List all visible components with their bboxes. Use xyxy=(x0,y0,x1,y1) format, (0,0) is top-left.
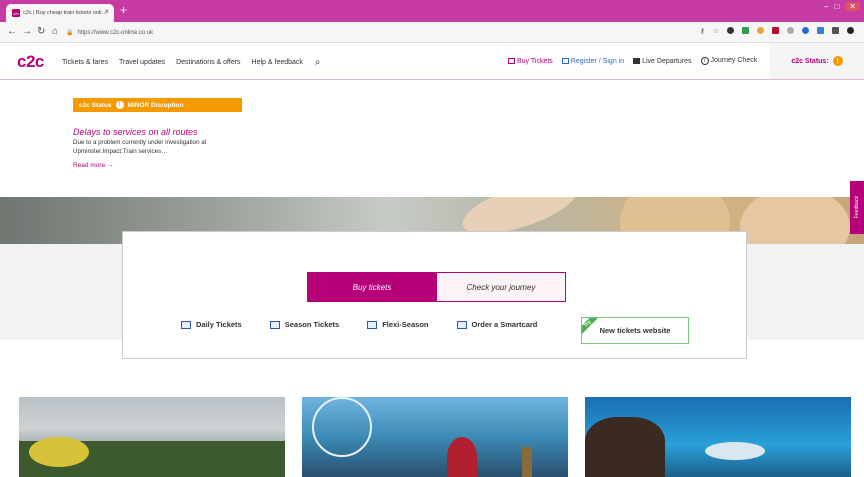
children-silhouette-shape xyxy=(585,417,665,477)
alert-headline[interactable]: Delays to services on all routes xyxy=(73,127,198,137)
flexi-season-icon xyxy=(367,320,378,329)
departures-board-icon xyxy=(633,57,641,64)
sign-in-icon xyxy=(561,57,569,64)
favicon: c2c xyxy=(12,9,20,17)
c2c-logo[interactable]: c2c xyxy=(17,52,44,72)
back-icon[interactable]: ← xyxy=(7,26,17,37)
extension-icon[interactable] xyxy=(832,27,839,34)
big-ben-shape xyxy=(522,447,532,477)
extension-icon[interactable] xyxy=(817,27,824,34)
extension-icons: ⚷ ☆ xyxy=(700,27,854,35)
london-eye-shape xyxy=(312,397,372,457)
flowers-shape xyxy=(29,437,89,467)
red-hat-shape xyxy=(447,437,477,477)
menu-help-feedback[interactable]: Help & feedback xyxy=(252,59,303,66)
extension-icon[interactable] xyxy=(727,27,734,34)
alert-icon: ! xyxy=(832,56,843,66)
main-menu: Tickets & fares Travel updates Destinati… xyxy=(62,57,321,68)
tab-buy-tickets[interactable]: Buy tickets xyxy=(307,272,437,302)
menu-destinations-offers[interactable]: Destinations & offers xyxy=(176,59,240,66)
utility-menu: Buy Tickets Register / Sign in Live Depa… xyxy=(508,57,757,65)
status-level: MINOR Disruption xyxy=(127,101,184,109)
extension-icon[interactable] xyxy=(742,27,749,34)
key-icon[interactable]: ⚷ xyxy=(700,27,705,35)
live-departures-link[interactable]: Live Departures xyxy=(633,57,692,65)
site-header: c2c Tickets & fares Travel updates Desti… xyxy=(0,43,864,80)
url-field[interactable]: 🔒 https://www.c2c-online.co.uk xyxy=(66,25,766,40)
register-sign-in-link[interactable]: Register / Sign in xyxy=(561,57,624,65)
journey-check-link[interactable]: i Journey Check xyxy=(700,57,757,65)
feedback-tab[interactable]: Feedback xyxy=(850,181,864,234)
season-ticket-icon xyxy=(269,320,280,329)
destination-image-london[interactable] xyxy=(302,397,568,477)
alert-icon: ! xyxy=(115,101,124,109)
browser-tab[interactable]: c2c c2c | Buy cheap train tickets onli… … xyxy=(6,4,114,22)
status-banner-title: c2c Status xyxy=(79,101,112,109)
read-more-link[interactable]: Read more → xyxy=(73,162,113,169)
window-controls: – □ ✕ xyxy=(824,2,860,11)
close-tab-icon[interactable]: × xyxy=(104,7,109,16)
extension-icon[interactable] xyxy=(802,27,809,34)
forward-icon[interactable]: → xyxy=(22,26,32,37)
lock-icon: 🔒 xyxy=(66,30,74,36)
child-face-shape xyxy=(740,197,850,244)
extension-icon[interactable] xyxy=(787,27,794,34)
close-window-button[interactable]: ✕ xyxy=(845,2,860,11)
extension-icon[interactable] xyxy=(757,27,764,34)
flexi-season-link[interactable]: Flexi-Season xyxy=(367,320,429,329)
smartcard-icon xyxy=(456,320,467,329)
destination-image-aquarium[interactable] xyxy=(585,397,851,477)
buy-tickets-link[interactable]: Buy Tickets xyxy=(508,58,553,65)
c2c-status-nav[interactable]: c2c Status: ! xyxy=(770,43,864,79)
tab-check-journey[interactable]: Check your journey xyxy=(436,272,566,302)
browser-tab-strip: c2c c2c | Buy cheap train tickets onli… … xyxy=(0,0,864,22)
ticket-links: Daily Tickets Season Tickets Flexi-Seaso… xyxy=(181,320,537,329)
arrow-right-icon: → xyxy=(106,162,114,169)
extension-icon[interactable] xyxy=(772,27,779,34)
url-text: https://www.c2c-online.co.uk xyxy=(77,29,154,36)
menu-travel-updates[interactable]: Travel updates xyxy=(119,59,165,66)
daily-ticket-icon xyxy=(181,320,191,329)
search-icon[interactable]: ⌕ xyxy=(315,57,321,68)
tab-title: c2c | Buy cheap train tickets onli… xyxy=(23,10,107,16)
daily-tickets-link[interactable]: Daily Tickets xyxy=(181,320,242,329)
menu-tickets-fares[interactable]: Tickets & fares xyxy=(62,59,108,66)
season-tickets-link[interactable]: Season Tickets xyxy=(269,320,339,329)
address-bar: ← → ↻ ⌂ 🔒 https://www.c2c-online.co.uk ⚷… xyxy=(0,22,864,43)
minimize-button[interactable]: – xyxy=(824,2,828,11)
new-tickets-website-button[interactable]: Try New tickets website xyxy=(581,317,689,344)
try-badge: Try xyxy=(582,318,600,336)
order-smartcard-link[interactable]: Order a Smartcard xyxy=(456,320,537,329)
status-label: c2c Status: xyxy=(791,57,829,65)
maximize-button[interactable]: □ xyxy=(834,2,839,11)
destination-image-seafront[interactable] xyxy=(19,397,285,477)
home-icon[interactable]: ⌂ xyxy=(52,26,58,37)
alert-description: Due to a problem currently under investi… xyxy=(73,139,207,155)
new-tab-button[interactable]: + xyxy=(120,3,127,17)
booking-panel: Buy tickets Check your journey Daily Tic… xyxy=(122,231,747,359)
star-icon[interactable]: ☆ xyxy=(713,27,719,35)
penguin-shape xyxy=(705,442,765,460)
info-icon: i xyxy=(700,57,709,65)
reload-icon[interactable]: ↻ xyxy=(37,26,45,37)
profile-icon[interactable] xyxy=(847,27,854,34)
ticket-icon xyxy=(508,57,515,64)
status-banner: c2c Status ! MINOR Disruption xyxy=(73,98,242,112)
